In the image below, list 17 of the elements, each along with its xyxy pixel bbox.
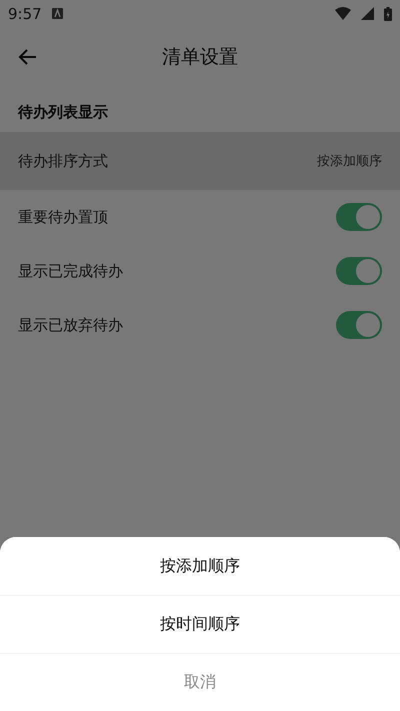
toggle-switch[interactable] <box>336 311 382 339</box>
section-title: 待办列表显示 <box>16 102 109 123</box>
status-time: 9:57 <box>8 4 42 22</box>
signal-icon <box>361 7 374 20</box>
setting-value: 按添加顺序 <box>317 153 382 170</box>
toggle-switch[interactable] <box>336 257 382 285</box>
battery-icon <box>384 6 392 20</box>
setting-label: 显示已放弃待办 <box>18 316 123 334</box>
toggle-switch[interactable] <box>336 203 382 231</box>
notification-icon <box>52 8 63 19</box>
sort-setting-row[interactable]: 待办排序方式 按添加顺序 <box>0 132 400 190</box>
page-title: 清单设置 <box>162 45 238 70</box>
setting-label: 待办排序方式 <box>18 152 108 170</box>
wifi-icon <box>335 7 351 20</box>
setting-label: 显示已完成待办 <box>18 262 123 280</box>
back-arrow-icon <box>18 47 38 67</box>
setting-label: 重要待办置顶 <box>18 208 108 226</box>
